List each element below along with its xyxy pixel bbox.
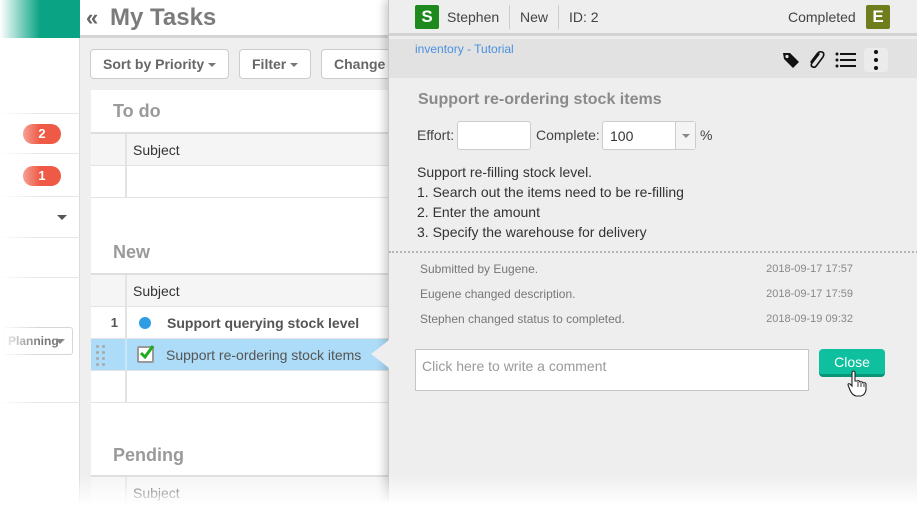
status-new-icon (139, 317, 151, 329)
collapse-icon[interactable]: « (86, 5, 98, 31)
dropdown-button[interactable] (675, 122, 695, 149)
history-entry: Stephen changed status to completed. (420, 312, 625, 326)
column-subject[interactable]: Subject (133, 134, 180, 166)
percent-sign: % (700, 127, 713, 143)
history-entry: Submitted by Eugene. (420, 262, 539, 276)
description-line: Support re-filling stock level. (417, 164, 593, 180)
effort-label: Effort: (417, 127, 455, 143)
list-icon[interactable] (835, 50, 856, 70)
caret-down-icon (57, 215, 67, 220)
caret-down-icon (55, 339, 65, 344)
sidebar-item[interactable]: 1 (0, 154, 80, 197)
divider (389, 251, 917, 253)
sort-label: Sort by Priority (103, 56, 205, 72)
brand-bar (0, 0, 80, 38)
complete-select[interactable]: 100 (602, 121, 696, 150)
task-subject[interactable]: Support re-ordering stock items (166, 339, 361, 371)
complete-label: Complete: (536, 127, 600, 143)
tag-icon[interactable] (781, 50, 801, 70)
sidebar-item-expand[interactable] (0, 197, 80, 238)
row-number: 1 (91, 307, 127, 338)
description-line: 2. Enter the amount (417, 204, 540, 220)
pending-grid: Subject (91, 475, 401, 505)
divider (558, 5, 559, 29)
task-title[interactable]: Support re-ordering stock items (418, 91, 662, 109)
effort-input[interactable] (457, 121, 531, 150)
grid-header: Subject (91, 275, 401, 307)
status-label[interactable]: New (520, 9, 548, 25)
caret-down-icon (682, 134, 690, 138)
sidebar: 2 1 Planning (0, 0, 80, 505)
grid-header: Subject (91, 477, 401, 505)
count-badge: 2 (23, 124, 61, 144)
caret-down-icon (208, 63, 217, 68)
planning-select-label: Planning (8, 334, 59, 348)
panel-pointer (371, 340, 389, 368)
project-link[interactable]: inventory - Tutorial (415, 42, 514, 56)
table-row-empty (91, 371, 401, 403)
history-entry: Eugene changed description. (420, 287, 576, 301)
grid-header: Subject (91, 134, 401, 166)
filter-button[interactable]: Filter (239, 49, 312, 79)
column-subject[interactable]: Subject (133, 275, 180, 307)
state-label[interactable]: Completed (788, 9, 856, 25)
task-detail-panel: S Stephen New ID: 2 Completed E inventor… (388, 0, 917, 505)
assignee-name[interactable]: Stephen (447, 9, 499, 25)
planning-select[interactable]: Planning (3, 327, 73, 355)
main-area: « My Tasks Sort by Priority Filter Chang… (80, 0, 401, 505)
change-button[interactable]: Change (321, 49, 399, 79)
group-title-pending: Pending (113, 445, 184, 465)
description-line: 1. Search out the items need to be re-fi… (417, 184, 684, 200)
app-root: 2 1 Planning « My Tasks Sort by Priority… (0, 0, 917, 505)
page-title: My Tasks (110, 4, 217, 31)
sidebar-item[interactable]: 2 (0, 114, 80, 154)
task-board: To do Subject New Subject 1 Support quer… (91, 90, 401, 505)
assignee-avatar[interactable]: S (415, 5, 439, 29)
table-row-selected[interactable]: Support re-ordering stock items (91, 339, 401, 371)
panel-header: S Stephen New ID: 2 Completed E (389, 0, 917, 36)
complete-value: 100 (610, 128, 634, 144)
group-title-todo: To do (113, 101, 161, 121)
history-time: 2018-09-19 09:32 (766, 313, 853, 325)
todo-grid: Subject (91, 132, 401, 198)
column-subject[interactable]: Subject (133, 477, 180, 505)
description-line: 3. Specify the warehouse for delivery (417, 224, 647, 240)
history-time: 2018-09-17 17:59 (766, 288, 853, 300)
divider (509, 5, 510, 29)
task-description[interactable]: Support re-filling stock level. 1. Searc… (417, 162, 684, 242)
comment-input[interactable]: Click here to write a comment (415, 349, 809, 391)
drag-handle-icon[interactable] (96, 345, 108, 366)
completed-check-icon (137, 345, 155, 363)
submitter-avatar[interactable]: E (866, 5, 890, 29)
sidebar-item[interactable] (0, 238, 80, 278)
task-id: ID: 2 (569, 9, 599, 25)
filter-label: Filter (252, 56, 287, 72)
attachment-icon[interactable] (806, 50, 826, 70)
new-grid: Subject 1 Support querying stock level S… (91, 273, 401, 403)
group-title-new: New (113, 242, 151, 262)
sort-by-priority-button[interactable]: Sort by Priority (90, 49, 230, 79)
history-time: 2018-09-17 17:57 (766, 263, 853, 275)
count-badge: 1 (23, 166, 61, 186)
panel-subbar: inventory - Tutorial (389, 39, 917, 78)
caret-down-icon (290, 63, 299, 68)
table-row[interactable]: 1 Support querying stock level (91, 307, 401, 339)
more-options-icon[interactable] (864, 48, 888, 72)
main-header: « My Tasks (80, 0, 400, 38)
sidebar-item[interactable] (0, 38, 80, 114)
table-row-empty (91, 166, 401, 198)
task-subject[interactable]: Support querying stock level (167, 307, 359, 339)
hand-cursor-icon (846, 370, 868, 398)
change-label: Change (334, 56, 386, 72)
